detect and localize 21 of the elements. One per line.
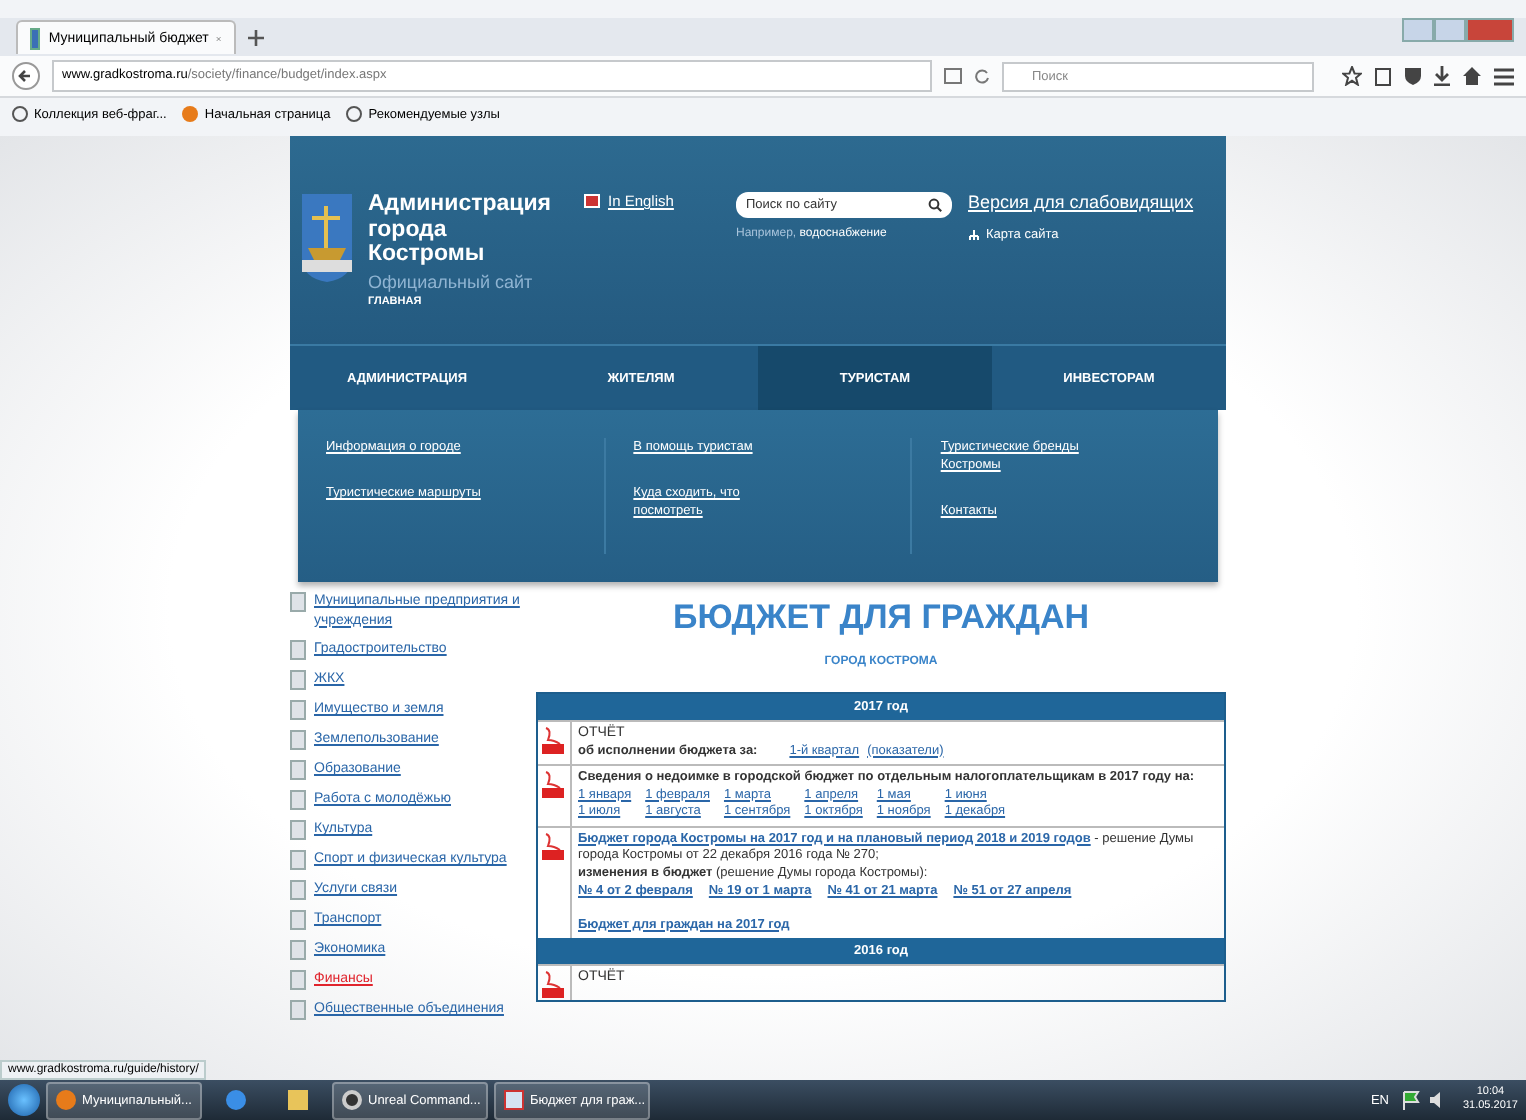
flag-tray-icon[interactable] [1402, 1090, 1423, 1110]
coat-of-arms-icon [302, 194, 352, 282]
window-controls[interactable] [1402, 18, 1514, 42]
search-icon[interactable] [928, 198, 942, 212]
shield-icon[interactable] [1404, 66, 1422, 86]
site-favicon-icon [30, 27, 41, 49]
star-icon[interactable] [1342, 66, 1362, 86]
back-icon[interactable] [12, 62, 40, 90]
home-icon[interactable] [1462, 66, 1482, 86]
site-title[interactable]: Администрация города Костромы [368, 192, 568, 267]
sitemap-icon [968, 229, 980, 241]
start-button[interactable] [8, 1084, 40, 1116]
menu-icon[interactable] [1494, 67, 1514, 85]
site-subtitle: Официальный сайт [368, 271, 535, 291]
flag-icon [584, 194, 600, 208]
page-icon [290, 592, 306, 612]
reload-icon[interactable] [974, 68, 990, 84]
banner-title: БЮДЖЕТ ДЛЯ ГРАЖДАН [672, 598, 1090, 638]
accessibility-link[interactable]: Версия для слабовидящих [968, 192, 1214, 212]
download-icon[interactable] [1434, 66, 1450, 86]
new-tab-icon[interactable] [248, 29, 264, 45]
